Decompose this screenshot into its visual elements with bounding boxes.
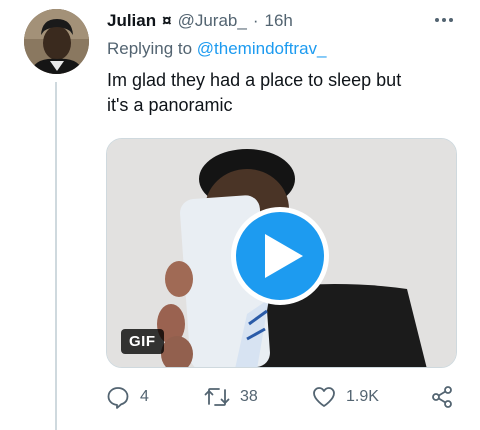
heart-icon xyxy=(313,387,335,407)
tweet-text: Im glad they had a place to sleep but it… xyxy=(107,70,402,115)
timestamp[interactable]: 16h xyxy=(265,11,293,31)
reply-count: 4 xyxy=(140,388,149,405)
avatar-image xyxy=(24,9,89,74)
replying-to: Replying to @themindoftrav_ xyxy=(107,39,327,59)
retweet-button[interactable]: 38 xyxy=(204,384,258,410)
user-handle[interactable]: @Jurab_ xyxy=(178,11,247,31)
display-name[interactable]: Julian xyxy=(107,11,156,31)
reply-icon xyxy=(107,387,129,409)
gif-badge: GIF xyxy=(121,329,164,354)
name-symbol: ¤ xyxy=(162,11,172,30)
separator-dot: · xyxy=(252,11,259,30)
reply-button[interactable]: 4 xyxy=(106,384,149,410)
thread-line xyxy=(55,82,57,430)
more-dots-icon xyxy=(435,18,439,22)
retweet-icon xyxy=(204,388,230,406)
tweet-header: Julian ¤ @Jurab_ · 16h xyxy=(107,9,460,33)
action-bar: 4 38 1.9K xyxy=(104,384,464,410)
replying-prefix: Replying to xyxy=(107,39,193,58)
gif-media[interactable]: GIF xyxy=(106,138,457,368)
replying-to-mention[interactable]: @themindoftrav_ xyxy=(197,39,327,58)
share-button[interactable] xyxy=(430,384,454,410)
play-icon xyxy=(265,234,303,278)
share-icon xyxy=(432,386,452,408)
retweet-count: 38 xyxy=(240,388,258,405)
avatar[interactable] xyxy=(24,9,89,74)
like-button[interactable]: 1.9K xyxy=(312,384,379,410)
more-options-button[interactable] xyxy=(430,8,458,32)
like-count: 1.9K xyxy=(346,388,379,405)
play-button[interactable] xyxy=(231,207,329,305)
